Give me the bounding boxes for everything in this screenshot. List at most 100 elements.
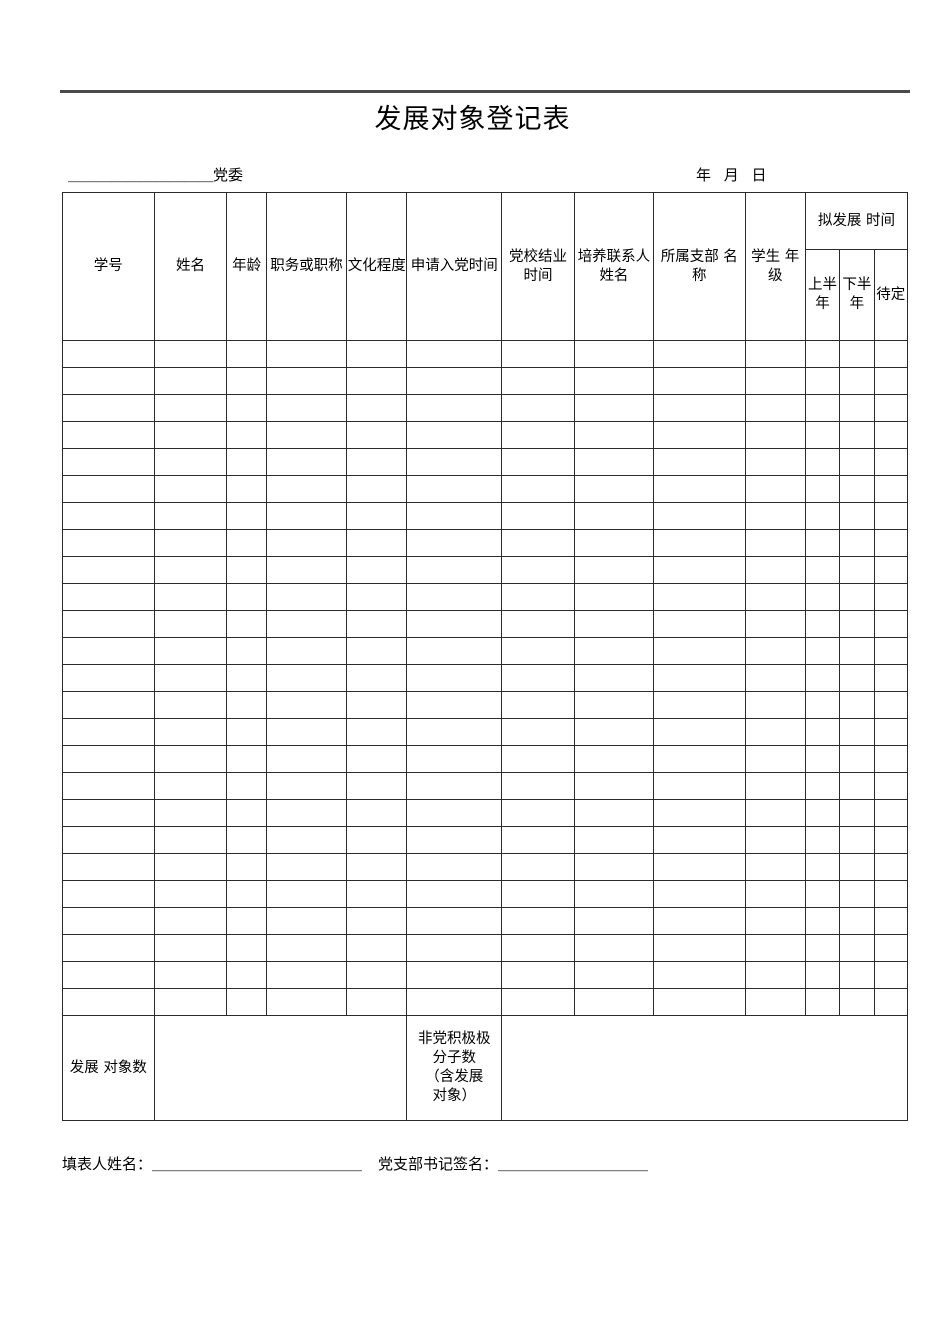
table-cell[interactable]: [873, 637, 909, 665]
table-cell[interactable]: [265, 556, 348, 584]
table-cell[interactable]: [62, 475, 155, 503]
table-cell[interactable]: [153, 799, 228, 827]
table-cell[interactable]: [873, 718, 909, 746]
table-cell[interactable]: [346, 583, 408, 611]
table-cell[interactable]: [839, 475, 875, 503]
table-cell[interactable]: [153, 583, 228, 611]
table-cell[interactable]: [406, 637, 503, 665]
table-cell[interactable]: [265, 880, 348, 908]
table-cell[interactable]: [652, 529, 746, 557]
table-cell[interactable]: [804, 421, 841, 449]
table-cell[interactable]: [153, 475, 228, 503]
table-cell[interactable]: [265, 448, 348, 476]
table-cell[interactable]: [406, 853, 503, 881]
table-cell[interactable]: [265, 934, 348, 962]
table-cell[interactable]: [839, 394, 875, 422]
table-cell[interactable]: [804, 583, 841, 611]
table-cell[interactable]: [62, 556, 155, 584]
non-party-activist-count-value[interactable]: [501, 1015, 908, 1121]
table-cell[interactable]: [406, 340, 503, 368]
table-cell[interactable]: [501, 772, 575, 800]
table-cell[interactable]: [226, 664, 267, 692]
table-cell[interactable]: [346, 340, 408, 368]
table-cell[interactable]: [265, 961, 348, 989]
table-cell[interactable]: [265, 691, 348, 719]
table-cell[interactable]: [153, 340, 228, 368]
table-cell[interactable]: [652, 907, 746, 935]
table-cell[interactable]: [346, 853, 408, 881]
table-cell[interactable]: [346, 421, 408, 449]
table-cell[interactable]: [346, 961, 408, 989]
table-cell[interactable]: [62, 610, 155, 638]
table-cell[interactable]: [873, 340, 909, 368]
table-cell[interactable]: [62, 934, 155, 962]
table-cell[interactable]: [573, 934, 654, 962]
table-cell[interactable]: [652, 664, 746, 692]
table-cell[interactable]: [873, 664, 909, 692]
table-cell[interactable]: [873, 772, 909, 800]
table-cell[interactable]: [265, 502, 348, 530]
table-cell[interactable]: [839, 826, 875, 854]
table-cell[interactable]: [62, 718, 155, 746]
table-cell[interactable]: [406, 448, 503, 476]
table-cell[interactable]: [873, 529, 909, 557]
table-cell[interactable]: [501, 475, 575, 503]
table-cell[interactable]: [804, 502, 841, 530]
table-cell[interactable]: [804, 772, 841, 800]
table-cell[interactable]: [744, 340, 806, 368]
table-cell[interactable]: [573, 421, 654, 449]
table-cell[interactable]: [62, 529, 155, 557]
table-cell[interactable]: [573, 610, 654, 638]
table-cell[interactable]: [804, 988, 841, 1016]
table-cell[interactable]: [744, 934, 806, 962]
table-cell[interactable]: [226, 718, 267, 746]
table-cell[interactable]: [62, 637, 155, 665]
table-cell[interactable]: [744, 880, 806, 908]
table-cell[interactable]: [573, 637, 654, 665]
table-cell[interactable]: [153, 934, 228, 962]
branch-secretary-blank[interactable]: ＿＿＿＿＿＿＿＿＿＿: [498, 1152, 648, 1176]
date-field[interactable]: 年 月 日: [696, 163, 771, 187]
table-cell[interactable]: [873, 988, 909, 1016]
table-cell[interactable]: [573, 799, 654, 827]
table-cell[interactable]: [873, 475, 909, 503]
development-target-count-value[interactable]: [153, 1015, 408, 1121]
table-cell[interactable]: [804, 691, 841, 719]
table-cell[interactable]: [873, 421, 909, 449]
table-cell[interactable]: [744, 475, 806, 503]
table-cell[interactable]: [501, 448, 575, 476]
filler-name-blank[interactable]: ＿＿＿＿＿＿＿＿＿＿＿＿＿＿: [152, 1152, 362, 1176]
table-cell[interactable]: [153, 988, 228, 1016]
table-cell[interactable]: [346, 394, 408, 422]
table-cell[interactable]: [265, 340, 348, 368]
table-cell[interactable]: [839, 799, 875, 827]
table-cell[interactable]: [839, 529, 875, 557]
table-cell[interactable]: [153, 529, 228, 557]
table-cell[interactable]: [839, 988, 875, 1016]
table-cell[interactable]: [265, 475, 348, 503]
table-cell[interactable]: [652, 637, 746, 665]
table-cell[interactable]: [153, 853, 228, 881]
table-cell[interactable]: [62, 799, 155, 827]
table-cell[interactable]: [804, 745, 841, 773]
table-cell[interactable]: [839, 745, 875, 773]
table-cell[interactable]: [62, 421, 155, 449]
table-cell[interactable]: [744, 772, 806, 800]
table-cell[interactable]: [62, 961, 155, 989]
table-cell[interactable]: [839, 610, 875, 638]
table-cell[interactable]: [804, 907, 841, 935]
table-cell[interactable]: [873, 691, 909, 719]
table-cell[interactable]: [652, 961, 746, 989]
table-cell[interactable]: [839, 691, 875, 719]
table-cell[interactable]: [873, 394, 909, 422]
table-cell[interactable]: [406, 556, 503, 584]
table-cell[interactable]: [652, 556, 746, 584]
table-cell[interactable]: [62, 907, 155, 935]
table-cell[interactable]: [265, 421, 348, 449]
table-cell[interactable]: [873, 880, 909, 908]
table-cell[interactable]: [804, 556, 841, 584]
table-cell[interactable]: [652, 610, 746, 638]
table-cell[interactable]: [573, 880, 654, 908]
table-cell[interactable]: [265, 610, 348, 638]
table-cell[interactable]: [153, 394, 228, 422]
